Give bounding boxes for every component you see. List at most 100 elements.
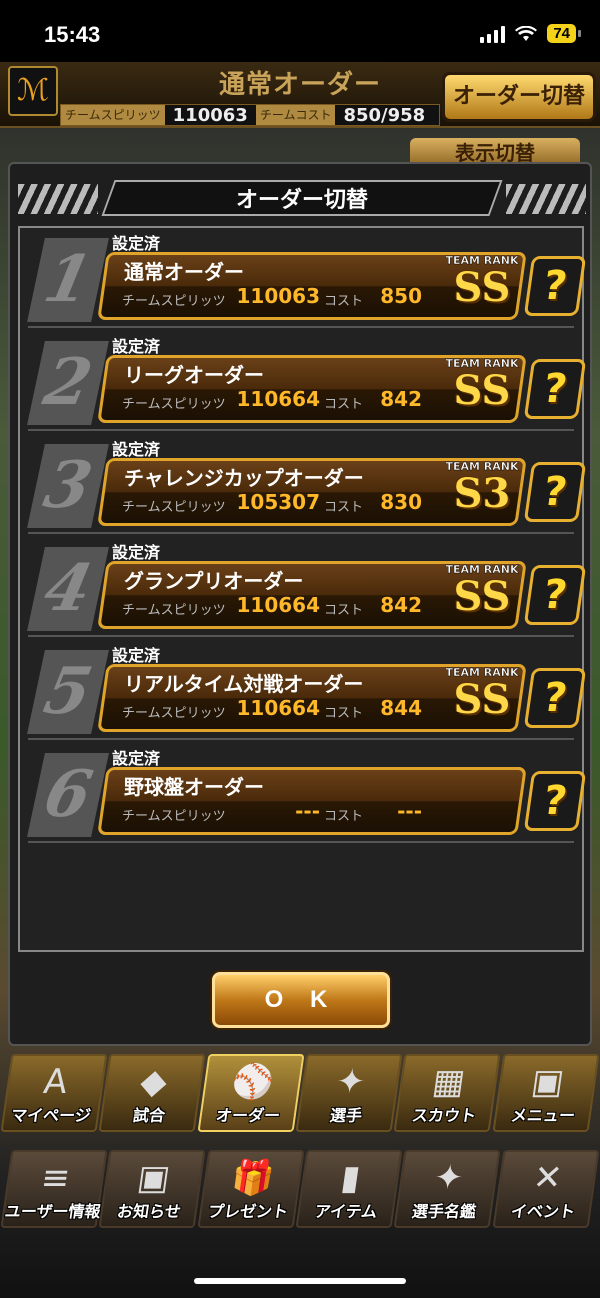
nav-icon: 🎁 bbox=[228, 1158, 277, 1198]
order-number: 5 bbox=[27, 650, 109, 734]
order-row[interactable]: 4 設定済 グランプリオーダー チームスピリッツ 110664 コスト 842 TEAM RA… bbox=[27, 537, 587, 637]
nav-label: 選手名鑑 bbox=[410, 1202, 478, 1221]
nav-icon: ▣ bbox=[135, 1158, 173, 1198]
ok-button[interactable]: O K bbox=[212, 972, 390, 1028]
order-cost-label: コスト bbox=[324, 706, 364, 721]
order-name: 通常オーダー bbox=[124, 260, 244, 284]
page-title: 通常オーダー bbox=[218, 70, 381, 100]
order-spirits-label: チームスピリッツ bbox=[122, 397, 226, 412]
order-status: 設定済 bbox=[112, 440, 161, 459]
nav-icon: ⚾ bbox=[228, 1062, 277, 1102]
team-stats-bar: チームスピリッツ 110063 チームコスト 850/958 bbox=[60, 104, 440, 126]
order-cost-value: 830 bbox=[380, 490, 422, 514]
nav-icon: A bbox=[41, 1062, 71, 1102]
order-cost-value: 842 bbox=[380, 593, 422, 617]
subnav-button-1[interactable]: ▣ お知らせ bbox=[98, 1150, 207, 1228]
order-spirits-value: --- bbox=[295, 799, 320, 823]
nav-label: アイテム bbox=[313, 1202, 379, 1221]
team-rank-badge: TEAM RANK SS bbox=[436, 357, 528, 417]
subnav-button-4[interactable]: ✦ 選手名鑑 bbox=[393, 1150, 502, 1228]
team-logo-icon[interactable]: ℳ bbox=[8, 66, 58, 116]
modal-title: オーダー切替 bbox=[235, 188, 368, 213]
team-rank-badge bbox=[436, 769, 528, 829]
nav-icon: ≡ bbox=[38, 1158, 73, 1198]
main-nav: A マイページ ◆ 試合 ⚾ オーダー ✦ 選手 ▦ スカウト ▣ メニュー bbox=[0, 1054, 600, 1136]
order-number: 4 bbox=[27, 547, 109, 631]
order-status: 設定済 bbox=[112, 646, 161, 665]
status-bar: 15:43 74 bbox=[0, 0, 600, 62]
team-rank-value: SS bbox=[453, 367, 511, 414]
nav-button-1[interactable]: ◆ 試合 bbox=[98, 1054, 207, 1132]
order-spirits-value: 110063 bbox=[236, 284, 321, 308]
order-name: リーグオーダー bbox=[124, 363, 264, 387]
help-button[interactable]: ? bbox=[523, 256, 587, 316]
help-button[interactable]: ? bbox=[523, 668, 587, 728]
order-spirits-label: チームスピリッツ bbox=[122, 706, 226, 721]
order-cost-value: 844 bbox=[380, 696, 422, 720]
order-switch-button[interactable]: オーダー切替 bbox=[442, 72, 596, 122]
nav-label: プレゼント bbox=[206, 1202, 290, 1221]
nav-label: イベント bbox=[509, 1202, 576, 1221]
order-cost-value: 842 bbox=[380, 387, 422, 411]
subnav-button-2[interactable]: 🎁 プレゼント bbox=[197, 1150, 305, 1228]
nav-label: お知らせ bbox=[116, 1202, 183, 1221]
nav-icon: ▮ bbox=[338, 1158, 363, 1198]
nav-button-0[interactable]: A マイページ bbox=[0, 1054, 108, 1132]
signal-icon bbox=[480, 25, 506, 43]
order-name: チャレンジカップオーダー bbox=[124, 466, 364, 490]
order-spirits-value: 105307 bbox=[236, 490, 321, 514]
order-cost-value: --- bbox=[397, 799, 422, 823]
battery-icon: 74 bbox=[547, 24, 581, 43]
team-rank-badge: TEAM RANK SS bbox=[436, 563, 528, 623]
order-cost-label: コスト bbox=[324, 603, 364, 618]
order-status: 設定済 bbox=[112, 749, 161, 768]
order-number: 6 bbox=[27, 753, 109, 837]
order-switch-modal: オーダー切替 1 設定済 通常オーダー チームスピリッツ 110063 コスト 850 TEA… bbox=[8, 162, 592, 1046]
nav-label: ユーザー情報 bbox=[3, 1202, 102, 1221]
sub-nav: ≡ ユーザー情報 ▣ お知らせ 🎁 プレゼント ▮ アイテム ✦ 選手名鑑 ✕ イベント bbox=[0, 1150, 600, 1232]
order-row[interactable]: 2 設定済 リーグオーダー チームスピリッツ 110664 コスト 842 TEAM RANK… bbox=[27, 331, 587, 431]
order-spirits-value: 110664 bbox=[236, 387, 321, 411]
nav-icon: ◆ bbox=[138, 1062, 170, 1102]
order-name: リアルタイム対戦オーダー bbox=[124, 672, 364, 696]
order-cost-label: コスト bbox=[324, 397, 364, 412]
order-number: 1 bbox=[27, 238, 109, 322]
order-row[interactable]: 3 設定済 チャレンジカップオーダー チームスピリッツ 105307 コスト 830 TEAM… bbox=[27, 434, 587, 534]
order-cost-label: コスト bbox=[324, 500, 364, 515]
nav-icon: ✦ bbox=[333, 1062, 368, 1102]
spirits-label: チームスピリッツ bbox=[61, 105, 165, 125]
subnav-button-5[interactable]: ✕ イベント bbox=[492, 1150, 600, 1228]
order-status: 設定済 bbox=[112, 234, 161, 253]
nav-button-5[interactable]: ▣ メニュー bbox=[492, 1054, 600, 1132]
team-rank-value: SS bbox=[453, 573, 511, 620]
order-status: 設定済 bbox=[112, 543, 161, 562]
nav-label: マイページ bbox=[9, 1106, 93, 1125]
help-button[interactable]: ? bbox=[523, 565, 587, 625]
cost-value: 850/958 bbox=[343, 104, 426, 126]
nav-label: オーダー bbox=[214, 1106, 282, 1125]
order-spirits-value: 110664 bbox=[236, 593, 321, 617]
team-rank-value: SS bbox=[453, 676, 511, 723]
order-row[interactable]: 6 設定済 野球盤オーダー チームスピリッツ --- コスト ---? bbox=[27, 743, 587, 843]
spirits-value: 110063 bbox=[172, 104, 248, 126]
help-button[interactable]: ? bbox=[523, 771, 587, 831]
order-spirits-label: チームスピリッツ bbox=[122, 809, 226, 824]
title-stripes-left bbox=[18, 184, 98, 214]
nav-button-2[interactable]: ⚾ オーダー bbox=[197, 1054, 305, 1132]
order-row[interactable]: 1 設定済 通常オーダー チームスピリッツ 110063 コスト 850 TEAM RANK S… bbox=[27, 228, 587, 328]
help-button[interactable]: ? bbox=[523, 359, 587, 419]
nav-button-4[interactable]: ▦ スカウト bbox=[393, 1054, 502, 1132]
nav-button-3[interactable]: ✦ 選手 bbox=[295, 1054, 403, 1132]
nav-label: スカウト bbox=[410, 1106, 478, 1125]
order-name: グランプリオーダー bbox=[124, 569, 304, 593]
subnav-button-0[interactable]: ≡ ユーザー情報 bbox=[0, 1150, 108, 1228]
status-icons: 74 bbox=[480, 24, 581, 43]
team-rank-value: S3 bbox=[453, 470, 511, 517]
help-button[interactable]: ? bbox=[523, 462, 587, 522]
subnav-button-3[interactable]: ▮ アイテム bbox=[295, 1150, 403, 1228]
nav-icon: ✦ bbox=[431, 1158, 467, 1198]
order-number: 2 bbox=[27, 341, 109, 425]
order-row[interactable]: 5 設定済 リアルタイム対戦オーダー チームスピリッツ 110664 コスト 844 TEAM… bbox=[27, 640, 587, 740]
nav-icon: ▣ bbox=[528, 1062, 567, 1102]
order-spirits-value: 110664 bbox=[236, 696, 321, 720]
